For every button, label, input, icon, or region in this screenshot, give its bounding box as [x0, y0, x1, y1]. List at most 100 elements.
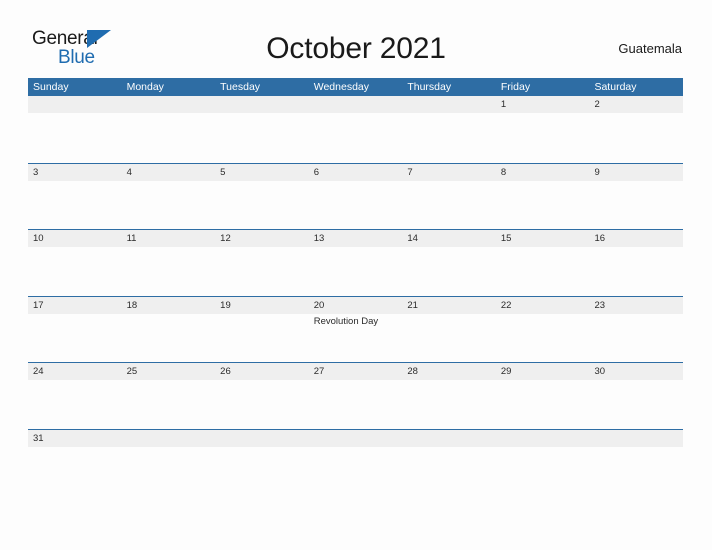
calendar-day-cell[interactable]: 19 [215, 296, 309, 363]
day-number: 2 [594, 99, 600, 110]
page-header: General Blue October 2021 Guatemala [0, 0, 712, 78]
calendar-day-cell[interactable]: 5 [215, 163, 309, 230]
day-number-band [402, 96, 496, 113]
calendar-week-row: 17 18 19 20 Revolution Day 21 22 23 [28, 295, 684, 363]
day-number: 13 [313, 233, 325, 244]
day-number: 5 [220, 166, 226, 178]
day-number: 28 [407, 366, 418, 377]
calendar-day-cell[interactable]: 21 [402, 296, 496, 363]
day-number-band: 16 [589, 230, 684, 247]
day-number: 8 [500, 166, 507, 178]
day-number-band: 28 [402, 363, 496, 380]
day-number-band: 14 [402, 230, 496, 247]
day-number: 30 [594, 366, 606, 377]
calendar-day-cell[interactable]: 10 [28, 230, 122, 296]
calendar-day-cell[interactable]: 6 [308, 163, 403, 230]
day-number-band: 23 [589, 296, 684, 314]
calendar-week-row: 3 4 5 6 7 8 9 [28, 162, 684, 230]
calendar-week-row: 31 [28, 428, 684, 451]
day-number: 26 [220, 366, 231, 377]
calendar-day-cell[interactable]: 25 [121, 363, 216, 429]
day-number-band: 10 [28, 230, 122, 247]
calendar-day-cell-empty [402, 429, 496, 451]
calendar-day-cell[interactable]: 24 [28, 363, 122, 429]
day-number-band: 17 [28, 296, 122, 314]
day-number-band: 9 [589, 163, 684, 181]
day-number-band: 1 [495, 96, 590, 113]
weekday-header-monday: Monday [126, 81, 164, 93]
calendar-day-cell[interactable]: 29 [495, 363, 590, 429]
day-number: 7 [407, 166, 413, 178]
day-number: 20 [313, 299, 325, 311]
day-number: 6 [313, 166, 320, 178]
calendar-day-cell[interactable]: 9 [589, 163, 684, 230]
day-number-band [121, 429, 216, 447]
day-number-band: 8 [495, 163, 590, 181]
calendar-day-cell[interactable]: 2 [589, 96, 684, 163]
calendar-day-cell-empty [121, 96, 216, 163]
page-title: October 2021 [266, 32, 446, 65]
calendar-day-cell[interactable]: 18 [121, 296, 216, 363]
day-number-band: 26 [215, 363, 309, 380]
day-number-band: 11 [121, 230, 216, 247]
day-number: 25 [126, 366, 138, 377]
calendar-day-cell[interactable]: 12 [215, 230, 309, 296]
calendar-day-cell[interactable]: 7 [402, 163, 496, 230]
day-number: 10 [33, 233, 44, 244]
country-label: Guatemala [618, 41, 682, 56]
calendar-day-cell[interactable]: 26 [215, 363, 309, 429]
calendar-day-cell[interactable]: 17 [28, 296, 122, 363]
calendar-day-cell[interactable]: 27 [308, 363, 403, 429]
calendar-day-cell[interactable]: 13 [308, 230, 403, 296]
day-number-band [215, 96, 309, 113]
calendar-day-cell[interactable]: 23 [589, 296, 684, 363]
calendar-day-cell[interactable]: 4 [121, 163, 216, 230]
day-number-band: 29 [495, 363, 590, 380]
day-number-band: 27 [308, 363, 403, 380]
day-number-band: 2 [589, 96, 684, 113]
calendar-day-cell[interactable]: 3 [28, 163, 122, 230]
weekday-header-sunday: Sunday [33, 81, 69, 93]
weekday-header-tuesday: Tuesday [220, 81, 261, 93]
day-number: 27 [313, 366, 325, 377]
day-number-band [402, 429, 496, 447]
day-number: 11 [126, 233, 137, 244]
day-number: 15 [500, 233, 512, 244]
calendar-day-cell-empty [215, 429, 309, 451]
calendar-grid: Sunday Monday Tuesday Wednesday Thursday… [28, 78, 684, 451]
calendar-day-cell[interactable]: 15 [495, 230, 590, 296]
calendar-day-cell-empty [589, 429, 684, 451]
calendar-day-cell[interactable]: 20 Revolution Day [308, 296, 403, 363]
calendar-day-cell-empty [308, 96, 403, 163]
calendar-day-cell[interactable]: 8 [495, 163, 590, 230]
day-number: 21 [407, 299, 418, 311]
calendar-day-cell-empty [215, 96, 309, 163]
calendar-week-row: 10 11 12 13 14 15 16 [28, 229, 684, 296]
day-number-band: 21 [402, 296, 496, 314]
calendar-day-cell-empty [308, 429, 403, 451]
day-number: 17 [33, 299, 44, 311]
calendar-day-cell[interactable]: 1 [495, 96, 590, 163]
day-number-band [589, 429, 684, 447]
day-number-band: 25 [121, 363, 216, 380]
day-number: 3 [33, 166, 39, 178]
calendar-day-cell[interactable]: 11 [121, 230, 216, 296]
weekday-header-wednesday: Wednesday [313, 81, 369, 93]
calendar-day-cell[interactable]: 14 [402, 230, 496, 296]
weekday-header-saturday: Saturday [594, 81, 637, 93]
weekday-header-row: Sunday Monday Tuesday Wednesday Thursday… [28, 78, 683, 96]
calendar-week-row: 24 25 26 27 28 29 30 [28, 362, 684, 429]
calendar-day-cell[interactable]: 28 [402, 363, 496, 429]
calendar-day-cell-empty [402, 96, 496, 163]
day-number: 16 [594, 233, 606, 244]
calendar-day-cell[interactable]: 31 [28, 429, 122, 451]
day-number-band: 12 [215, 230, 309, 247]
calendar-day-cell[interactable]: 16 [589, 230, 684, 296]
day-number-band: 6 [308, 163, 403, 181]
calendar-day-cell[interactable]: 22 [495, 296, 590, 363]
weekday-header-thursday: Thursday [407, 81, 452, 93]
holiday-event-label: Revolution Day [313, 315, 379, 327]
calendar-day-cell[interactable]: 30 [589, 363, 684, 429]
day-number: 29 [500, 366, 512, 377]
day-number-band: 4 [121, 163, 216, 181]
